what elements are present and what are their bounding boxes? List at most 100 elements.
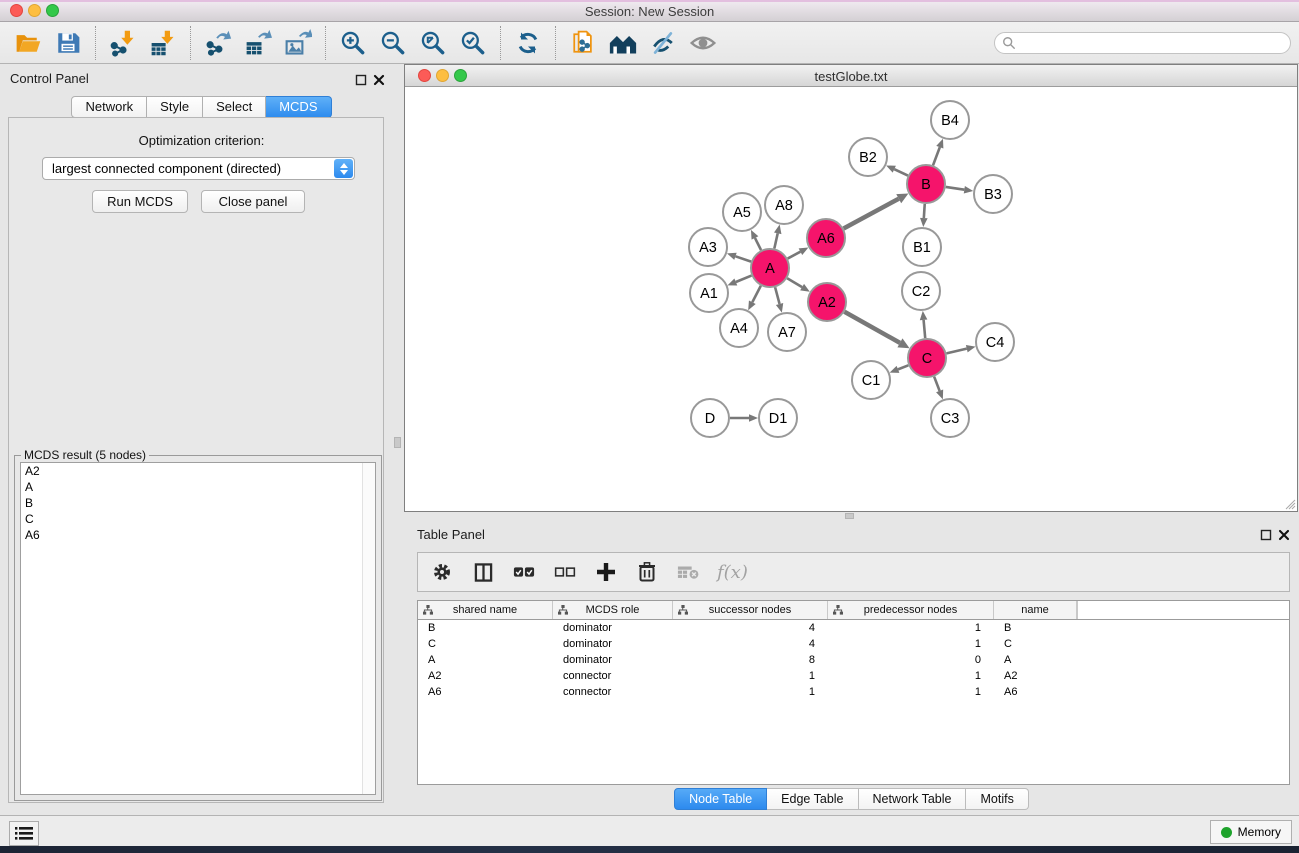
column-header[interactable]: MCDS role [553, 601, 673, 619]
scrollbar-track[interactable] [362, 463, 375, 794]
memory-button[interactable]: Memory [1210, 820, 1292, 844]
export-image-icon[interactable] [281, 26, 315, 60]
edge-C-C2[interactable] [924, 320, 926, 338]
close-panel-icon[interactable] [1278, 528, 1291, 541]
tab-edge-table[interactable]: Edge Table [767, 788, 858, 810]
mcds-result-item[interactable]: B [21, 495, 375, 511]
table-cell[interactable]: A2 [994, 670, 1077, 682]
edge-C-C4[interactable] [946, 349, 966, 354]
tab-motifs[interactable]: Motifs [966, 788, 1028, 810]
tab-select[interactable]: Select [203, 96, 266, 118]
table-cell[interactable]: 1 [673, 670, 828, 682]
zoom-in-icon[interactable] [336, 26, 370, 60]
show-graphics-details-icon[interactable] [686, 26, 720, 60]
table-cell[interactable]: C [994, 638, 1077, 650]
table-row[interactable]: A6connector11A6 [418, 684, 1289, 700]
function-builder-icon[interactable]: f(x) [717, 562, 748, 583]
close-panel-button[interactable]: Close panel [201, 190, 305, 213]
edge-B-B2[interactable] [894, 169, 908, 175]
float-panel-icon[interactable] [1260, 528, 1273, 541]
mcds-result-item[interactable]: A6 [21, 527, 375, 543]
export-network-icon[interactable] [201, 26, 235, 60]
import-table-icon[interactable] [146, 26, 180, 60]
edge-C-C1[interactable] [898, 365, 908, 369]
table-cell[interactable]: connector [553, 686, 673, 698]
zoom-out-icon[interactable] [376, 26, 410, 60]
show-columns-icon[interactable] [471, 560, 495, 584]
edge-A-A7[interactable] [775, 287, 779, 304]
network-window-titlebar[interactable]: testGlobe.txt [405, 65, 1297, 87]
delete-columns-icon[interactable] [635, 560, 659, 584]
mcds-result-item[interactable]: C [21, 511, 375, 527]
table-cell[interactable]: 4 [673, 622, 828, 634]
table-cell[interactable]: dominator [553, 638, 673, 650]
table-cell[interactable]: 8 [673, 654, 828, 666]
export-table-icon[interactable] [241, 26, 275, 60]
table-cell[interactable]: A2 [418, 670, 553, 682]
mcds-result-list[interactable]: A2ABCA6 [20, 462, 376, 795]
edge-B-B3[interactable] [946, 187, 965, 190]
table-cell[interactable]: C [418, 638, 553, 650]
edge-A-A2[interactable] [787, 278, 802, 287]
refresh-icon[interactable] [511, 26, 545, 60]
mcds-result-item[interactable]: A [21, 479, 375, 495]
select-all-rows-icon[interactable] [512, 560, 536, 584]
save-session-icon[interactable] [51, 26, 85, 60]
table-cell[interactable]: A6 [418, 686, 553, 698]
edge-A-A8[interactable] [774, 233, 777, 248]
table-cell[interactable]: B [418, 622, 553, 634]
edge-A-A6[interactable] [788, 252, 801, 259]
search-field[interactable] [994, 32, 1291, 54]
table-cell[interactable]: 0 [828, 654, 994, 666]
float-panel-icon[interactable] [355, 73, 368, 86]
tab-node-table[interactable]: Node Table [674, 788, 767, 810]
edge-A6-B[interactable] [844, 199, 899, 229]
table-cell[interactable]: 1 [828, 638, 994, 650]
column-header[interactable]: successor nodes [673, 601, 828, 619]
search-input[interactable] [1016, 36, 1290, 50]
edge-B-B4[interactable] [933, 147, 940, 165]
table-cell[interactable]: 1 [673, 686, 828, 698]
zoom-fit-icon[interactable] [416, 26, 450, 60]
edge-A-A5[interactable] [755, 238, 761, 250]
import-network-icon[interactable] [106, 26, 140, 60]
edge-B-B1[interactable] [924, 204, 925, 218]
column-header[interactable]: shared name [418, 601, 553, 619]
table-cell[interactable]: A [418, 654, 553, 666]
edge-A2-C[interactable] [844, 312, 900, 343]
edge-A-A1[interactable] [736, 276, 752, 282]
tab-mcds[interactable]: MCDS [266, 96, 331, 118]
table-cell[interactable]: 1 [828, 622, 994, 634]
tab-network[interactable]: Network [71, 96, 147, 118]
split-divider-handle[interactable] [394, 437, 401, 448]
delete-table-icon[interactable] [676, 560, 700, 584]
deselect-all-rows-icon[interactable] [553, 560, 577, 584]
add-column-icon[interactable] [594, 560, 618, 584]
criterion-dropdown[interactable]: largest connected component (directed) [42, 157, 355, 180]
split-divider-handle[interactable] [845, 513, 854, 519]
edge-A-A4[interactable] [752, 286, 761, 302]
table-cell[interactable]: dominator [553, 622, 673, 634]
table-cell[interactable]: A [994, 654, 1077, 666]
table-cell[interactable]: 1 [828, 686, 994, 698]
open-session-icon[interactable] [11, 26, 45, 60]
mcds-result-item[interactable]: A2 [21, 463, 375, 479]
table-row[interactable]: Cdominator41C [418, 636, 1289, 652]
table-cell[interactable]: connector [553, 670, 673, 682]
table-cell[interactable]: dominator [553, 654, 673, 666]
table-cell[interactable]: 1 [828, 670, 994, 682]
column-header[interactable]: predecessor nodes [828, 601, 994, 619]
column-header[interactable]: name [994, 601, 1077, 619]
close-panel-icon[interactable] [373, 73, 386, 86]
run-mcds-button[interactable]: Run MCDS [92, 190, 188, 213]
table-row[interactable]: A2connector11A2 [418, 668, 1289, 684]
table-cell[interactable]: A6 [994, 686, 1077, 698]
zoom-selected-icon[interactable] [456, 26, 490, 60]
tab-network-table[interactable]: Network Table [859, 788, 967, 810]
column-settings-gear-icon[interactable] [430, 560, 454, 584]
first-neighbors-icon[interactable] [606, 26, 640, 60]
table-row[interactable]: Adominator80A [418, 652, 1289, 668]
table-cell[interactable]: B [994, 622, 1077, 634]
table-cell[interactable]: 4 [673, 638, 828, 650]
table-row[interactable]: Bdominator41B [418, 620, 1289, 636]
